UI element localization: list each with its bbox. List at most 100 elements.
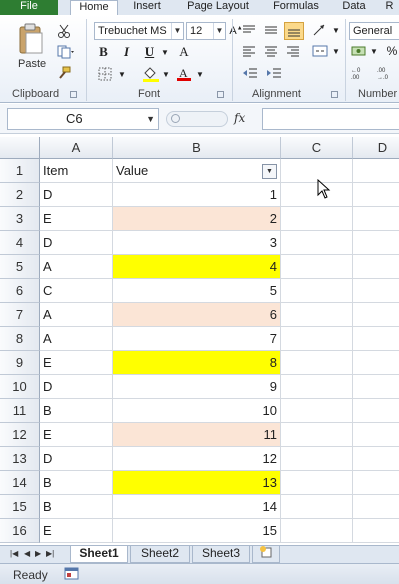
insert-function-button[interactable]: fx — [234, 111, 245, 125]
cell[interactable] — [353, 255, 399, 279]
cell-value[interactable]: 13 — [113, 471, 281, 495]
cell[interactable] — [353, 207, 399, 231]
cell-item[interactable]: A — [40, 303, 113, 327]
borders-dropdown[interactable]: ▼ — [117, 68, 127, 80]
cell[interactable] — [353, 303, 399, 327]
decrease-indent-button[interactable] — [240, 65, 260, 81]
row-header[interactable]: 5 — [0, 255, 40, 279]
formula-input[interactable] — [262, 108, 399, 130]
merge-center-button[interactable] — [310, 43, 330, 59]
cell[interactable] — [281, 471, 353, 495]
cell[interactable] — [281, 231, 353, 255]
formula-bar-splitter[interactable] — [166, 111, 228, 127]
cell[interactable] — [353, 375, 399, 399]
sheet-tab-3[interactable]: Sheet3 — [192, 546, 250, 563]
cell-value[interactable]: 6 — [113, 303, 281, 327]
font-name-select[interactable]: Trebuchet MS ▼ — [94, 22, 184, 40]
bold-button[interactable]: B — [95, 43, 112, 61]
paste-button[interactable] — [14, 19, 48, 59]
align-right-button[interactable] — [284, 43, 302, 59]
cell[interactable] — [281, 423, 353, 447]
column-header-d[interactable]: D — [353, 137, 399, 159]
cell-value[interactable]: 4 — [113, 255, 281, 279]
cell-item[interactable]: A — [40, 327, 113, 351]
cell-value[interactable]: 8 — [113, 351, 281, 375]
merge-dropdown[interactable]: ▼ — [331, 45, 341, 57]
last-sheet-icon[interactable]: ▶| — [46, 549, 54, 558]
cell-value[interactable]: 5 — [113, 279, 281, 303]
fill-color-dropdown[interactable]: ▼ — [161, 68, 171, 80]
font-color-button[interactable]: A — [174, 65, 194, 83]
macro-recording-icon[interactable] — [64, 567, 79, 581]
row-header[interactable]: 10 — [0, 375, 40, 399]
row-header[interactable]: 15 — [0, 495, 40, 519]
align-bottom-button[interactable] — [284, 22, 304, 40]
cell-value[interactable]: 14 — [113, 495, 281, 519]
italic-button[interactable]: I — [118, 43, 135, 61]
align-top-button[interactable] — [240, 22, 258, 38]
font-launcher-icon[interactable] — [217, 91, 224, 98]
cell-value[interactable]: 9 — [113, 375, 281, 399]
cell-value[interactable]: 3 — [113, 231, 281, 255]
filter-dropdown-icon[interactable]: ▼ — [262, 164, 277, 179]
cell-item[interactable]: D — [40, 447, 113, 471]
align-center-button[interactable] — [262, 43, 280, 59]
cell-item[interactable]: E — [40, 519, 113, 543]
cell-item[interactable]: B — [40, 399, 113, 423]
number-format-select[interactable]: General — [349, 22, 399, 40]
cell-item-header[interactable]: Item — [40, 159, 113, 183]
cell[interactable] — [353, 159, 399, 183]
cell[interactable] — [353, 327, 399, 351]
column-header-a[interactable]: A — [40, 137, 113, 159]
cell-value[interactable]: 2 — [113, 207, 281, 231]
cell[interactable] — [353, 447, 399, 471]
tab-formulas[interactable]: Formulas — [264, 0, 328, 15]
row-header[interactable]: 2 — [0, 183, 40, 207]
cell[interactable] — [353, 183, 399, 207]
cell[interactable] — [281, 495, 353, 519]
cell[interactable] — [281, 327, 353, 351]
row-header[interactable]: 13 — [0, 447, 40, 471]
decrease-decimal-button[interactable]: .00 →.0 — [376, 65, 398, 81]
orientation-dropdown[interactable]: ▼ — [331, 24, 341, 36]
cell-value[interactable]: 12 — [113, 447, 281, 471]
cell[interactable] — [353, 231, 399, 255]
row-header[interactable]: 8 — [0, 327, 40, 351]
cell-item[interactable]: B — [40, 495, 113, 519]
next-sheet-icon[interactable]: ▶ — [35, 549, 41, 558]
sheet-tab-2[interactable]: Sheet2 — [130, 546, 190, 563]
row-header[interactable]: 7 — [0, 303, 40, 327]
cell[interactable] — [353, 519, 399, 543]
font-color-small-button[interactable]: A — [175, 43, 193, 61]
insert-sheet-button[interactable] — [252, 546, 280, 563]
column-header-b[interactable]: B — [113, 137, 281, 159]
cell-item[interactable]: A — [40, 255, 113, 279]
cell[interactable] — [281, 447, 353, 471]
align-middle-button[interactable] — [262, 22, 280, 38]
cell-value-header[interactable]: Value — [113, 159, 281, 183]
clipboard-launcher-icon[interactable] — [70, 91, 77, 98]
accounting-format-button[interactable] — [350, 43, 368, 59]
name-box[interactable]: C6 ▼ — [7, 108, 159, 130]
increase-decimal-button[interactable]: ←0.00 — [350, 65, 372, 81]
cell-item[interactable]: E — [40, 207, 113, 231]
underline-dropdown[interactable]: ▼ — [160, 46, 170, 58]
align-left-button[interactable] — [240, 43, 258, 59]
cell[interactable] — [281, 303, 353, 327]
alignment-launcher-icon[interactable] — [331, 91, 338, 98]
cell[interactable] — [281, 399, 353, 423]
underline-button[interactable]: U — [141, 43, 158, 61]
row-header[interactable]: 4 — [0, 231, 40, 255]
row-header[interactable]: 14 — [0, 471, 40, 495]
row-header[interactable]: 9 — [0, 351, 40, 375]
cell[interactable] — [353, 399, 399, 423]
cell[interactable] — [281, 207, 353, 231]
cell-item[interactable]: D — [40, 183, 113, 207]
cell-value[interactable]: 15 — [113, 519, 281, 543]
sheet-tab-1[interactable]: Sheet1 — [70, 546, 128, 563]
tab-data[interactable]: Data — [334, 0, 374, 15]
cell-item[interactable]: E — [40, 423, 113, 447]
cell-value[interactable]: 1 — [113, 183, 281, 207]
cell[interactable] — [353, 279, 399, 303]
prev-sheet-icon[interactable]: ◀ — [24, 549, 30, 558]
